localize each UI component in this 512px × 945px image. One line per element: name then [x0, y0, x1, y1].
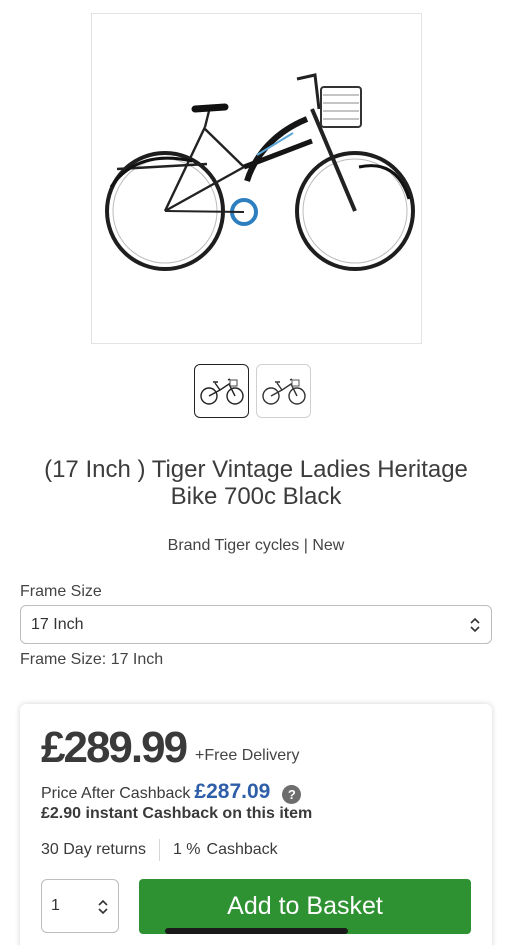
cashback-price: £287.09	[194, 780, 271, 803]
bike-thumbnail-icon	[199, 378, 244, 405]
price: £289.99	[41, 723, 188, 772]
quantity-value: 1	[51, 897, 60, 914]
select-chevron-icon	[470, 617, 480, 633]
thumbnail-strip	[194, 364, 311, 418]
help-icon[interactable]: ?	[282, 785, 302, 804]
instant-cashback: £2.90 instant Cashback on this item	[41, 805, 312, 823]
frame-size-select[interactable]: 17 Inch	[20, 605, 492, 644]
bike-thumbnail-icon	[261, 378, 306, 405]
feature-divider	[158, 839, 160, 861]
instant-cashback-text: instant Cashback on this item	[85, 805, 313, 822]
returns-text: 30 Day returns	[41, 841, 146, 858]
instant-cashback-amount: £2.90	[41, 805, 82, 822]
product-main-image[interactable]	[91, 13, 422, 344]
delivery-text: +Free Delivery	[195, 747, 300, 764]
product-meta: Brand Tiger cycles | New	[167, 537, 345, 554]
quantity-chevron-icon	[98, 899, 108, 915]
thumbnail-2[interactable]	[256, 364, 311, 418]
thumbnail-1[interactable]	[194, 364, 249, 418]
cashback-label: Price After Cashback	[41, 785, 191, 802]
frame-size-label: Frame Size	[20, 583, 102, 600]
frame-size-current: Frame Size: 17 Inch	[20, 651, 164, 668]
home-indicator	[165, 928, 348, 934]
bike-illustration	[104, 72, 415, 271]
product-title: (17 Inch ) Tiger Vintage Ladies Heritage…	[44, 456, 468, 510]
purchase-card: £289.99 +Free Delivery Price After Cashb…	[20, 704, 492, 945]
cashback-line: Price After Cashback £287.09 ?	[41, 780, 302, 804]
quantity-select[interactable]: 1	[41, 879, 119, 933]
add-to-basket-button[interactable]: Add to Basket	[139, 879, 471, 934]
feature-row: 30 Day returns 1 % Cashback	[41, 839, 278, 861]
cashback-word: Cashback	[206, 841, 278, 858]
frame-size-selected: 17 Inch	[31, 615, 84, 633]
cashback-percent: 1 %	[172, 841, 201, 858]
